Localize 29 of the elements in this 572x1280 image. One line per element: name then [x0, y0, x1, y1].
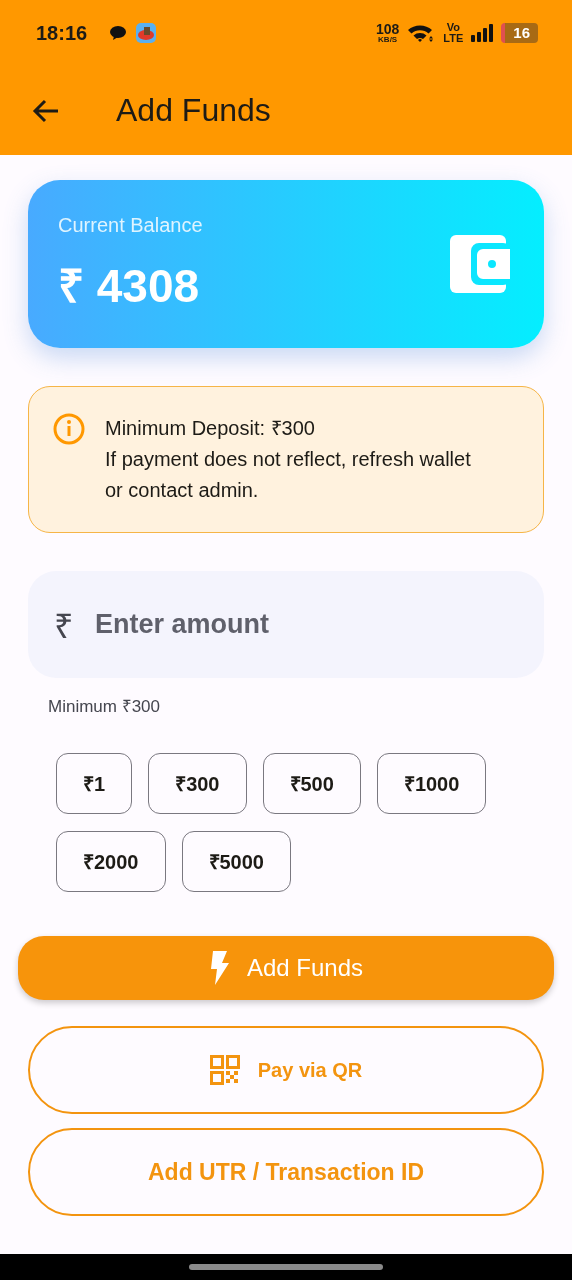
- amount-chip[interactable]: ₹500: [262, 753, 361, 814]
- signal-icon: [471, 24, 494, 42]
- wifi-icon: [407, 23, 436, 43]
- notice-text: Minimum Deposit: ₹300: [105, 416, 316, 441]
- network-speed: 108: [376, 22, 400, 36]
- balance-amount: ₹ 4308: [58, 258, 201, 314]
- speed-unit: KB/S: [378, 36, 398, 44]
- lightning-icon: [208, 951, 229, 985]
- amount-chip[interactable]: ₹5000: [181, 831, 291, 892]
- notice-text: If payment does not reflect, refresh wallet or contact admin.: [105, 447, 472, 503]
- battery-indicator: 16: [501, 23, 538, 43]
- wallet-icon: [450, 235, 510, 293]
- helper-text: Minimum ₹300: [48, 696, 162, 717]
- rupee-prefix: ₹: [54, 605, 73, 647]
- network-label: LTE: [443, 33, 464, 44]
- network-label: Vo: [446, 22, 460, 33]
- info-icon: [53, 413, 85, 445]
- amount-chip[interactable]: ₹1000: [376, 753, 487, 814]
- chat-bubble-icon: [109, 25, 128, 41]
- back-button[interactable]: [32, 98, 60, 123]
- amount-chip[interactable]: ₹300: [148, 753, 247, 814]
- amount-chip[interactable]: ₹1: [56, 753, 133, 814]
- app-icon: [135, 22, 158, 44]
- page-title: Add Funds: [116, 92, 271, 129]
- qr-code-icon: [209, 1055, 240, 1085]
- amount-field[interactable]: Enter amount: [95, 609, 518, 640]
- status-time: 18:16: [36, 21, 88, 45]
- amount-chip[interactable]: ₹2000: [56, 831, 166, 892]
- balance-label: Current Balance: [58, 213, 204, 237]
